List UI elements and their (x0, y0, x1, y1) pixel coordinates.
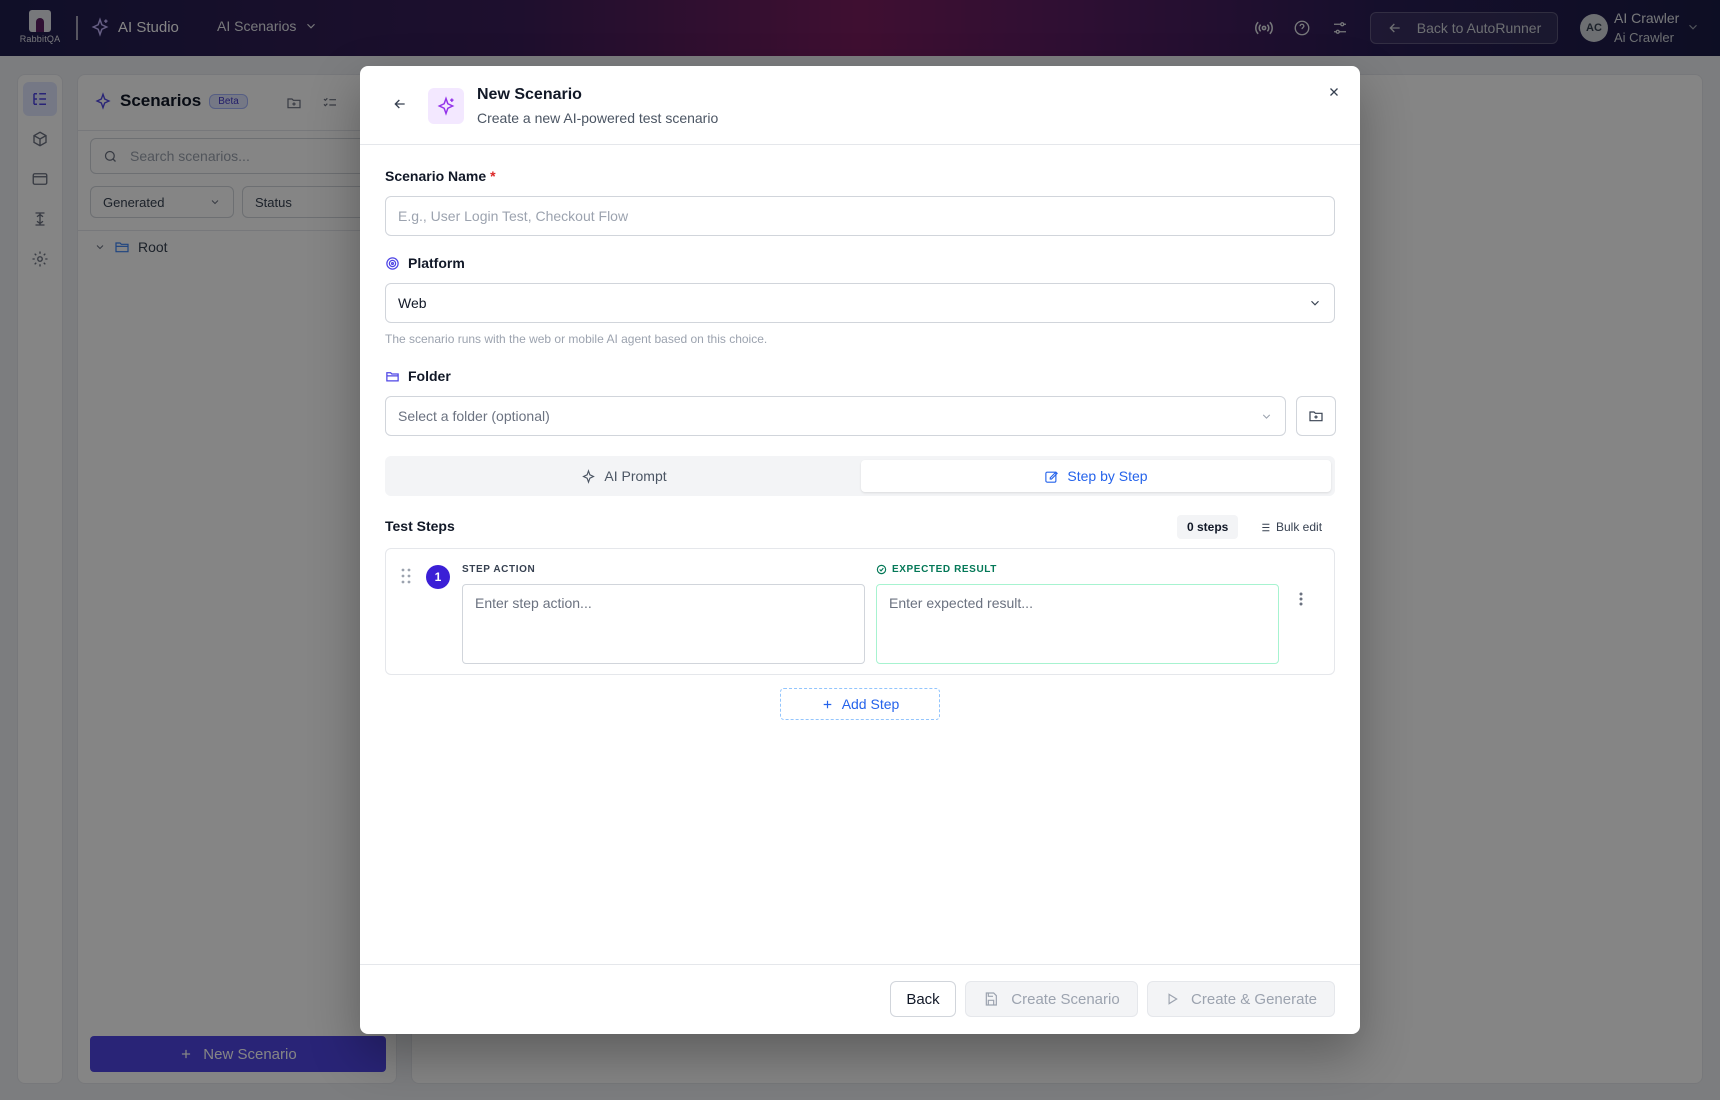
platform-value: Web (398, 295, 427, 311)
mode-tabs: AI Prompt Step by Step (385, 456, 1335, 496)
more-vertical-icon[interactable] (1298, 591, 1304, 607)
expected-result-placeholder: Enter expected result... (889, 595, 1033, 611)
close-icon[interactable] (1324, 82, 1344, 102)
tab-ai-prompt-label: AI Prompt (604, 468, 667, 484)
folder-open-icon (386, 371, 399, 381)
create-scenario-label: Create Scenario (1011, 990, 1120, 1008)
add-step-button[interactable]: Add Step (780, 688, 940, 720)
folder-label: Folder (385, 368, 451, 384)
test-steps-title: Test Steps (385, 518, 455, 534)
sparkle-icon (582, 468, 596, 484)
folder-select[interactable]: Select a folder (optional) (385, 396, 1286, 436)
new-scenario-modal: New Scenario Create a new AI-powered tes… (360, 66, 1360, 1034)
edit-icon (1045, 470, 1059, 483)
folder-label-text: Folder (408, 368, 451, 384)
back-button[interactable]: Back (890, 981, 956, 1017)
folder-plus-icon (1309, 411, 1323, 422)
modal-back-arrow-icon[interactable] (390, 94, 410, 114)
expected-result-textarea[interactable]: Enter expected result... (876, 584, 1279, 664)
modal-sparkle-icon (428, 88, 464, 124)
step-action-placeholder: Enter step action... (475, 595, 592, 611)
steps-count-badge: 0 steps (1177, 515, 1239, 539)
create-scenario-button[interactable]: Create Scenario (965, 981, 1138, 1017)
tab-step-by-step[interactable]: Step by Step (861, 460, 1331, 492)
create-and-generate-button[interactable]: Create & Generate (1147, 981, 1335, 1017)
add-step-label: Add Step (841, 696, 900, 712)
bulk-edit-button[interactable]: Bulk edit (1258, 515, 1322, 539)
modal-title: New Scenario (477, 86, 582, 103)
modal-subtitle: Create a new AI-powered test scenario (477, 110, 719, 126)
list-icon (1259, 523, 1270, 531)
scenario-name-placeholder: E.g., User Login Test, Checkout Flow (398, 208, 629, 224)
scenario-name-label-text: Scenario Name (385, 168, 487, 184)
platform-label-text: Platform (408, 255, 465, 271)
new-folder-button[interactable] (1296, 396, 1336, 436)
platform-label: Platform (385, 255, 465, 271)
drag-handle-icon[interactable] (400, 567, 412, 585)
expected-result-label-text: EXPECTED RESULT (892, 564, 997, 575)
plus-icon (823, 700, 831, 708)
play-icon (1168, 993, 1178, 1005)
check-circle-icon (876, 564, 887, 575)
expected-result-label: EXPECTED RESULT (876, 564, 997, 575)
create-and-generate-label: Create & Generate (1191, 990, 1317, 1008)
step-card: 1 STEP ACTION EXPECTED RESULT Enter step… (385, 548, 1335, 675)
tab-step-by-step-label: Step by Step (1067, 468, 1148, 484)
platform-select[interactable]: Web (385, 283, 1335, 323)
scenario-name-input[interactable]: E.g., User Login Test, Checkout Flow (385, 196, 1335, 236)
step-action-textarea[interactable]: Enter step action... (462, 584, 865, 664)
bulk-edit-label: Bulk edit (1276, 520, 1323, 534)
folder-placeholder: Select a folder (optional) (398, 408, 550, 424)
step-action-label: STEP ACTION (462, 564, 536, 575)
required-mark: * (490, 168, 496, 184)
scenario-name-label: Scenario Name * (385, 168, 496, 184)
chevron-down-icon (1262, 413, 1271, 419)
platform-hint: The scenario runs with the web or mobile… (385, 332, 768, 346)
step-number-badge: 1 (426, 565, 450, 589)
save-icon (986, 992, 998, 1006)
target-icon (386, 256, 399, 270)
modal-footer-divider (360, 964, 1360, 965)
modal-header-divider (360, 144, 1360, 145)
tab-ai-prompt[interactable]: AI Prompt (389, 460, 859, 492)
chevron-down-icon (1311, 300, 1319, 306)
